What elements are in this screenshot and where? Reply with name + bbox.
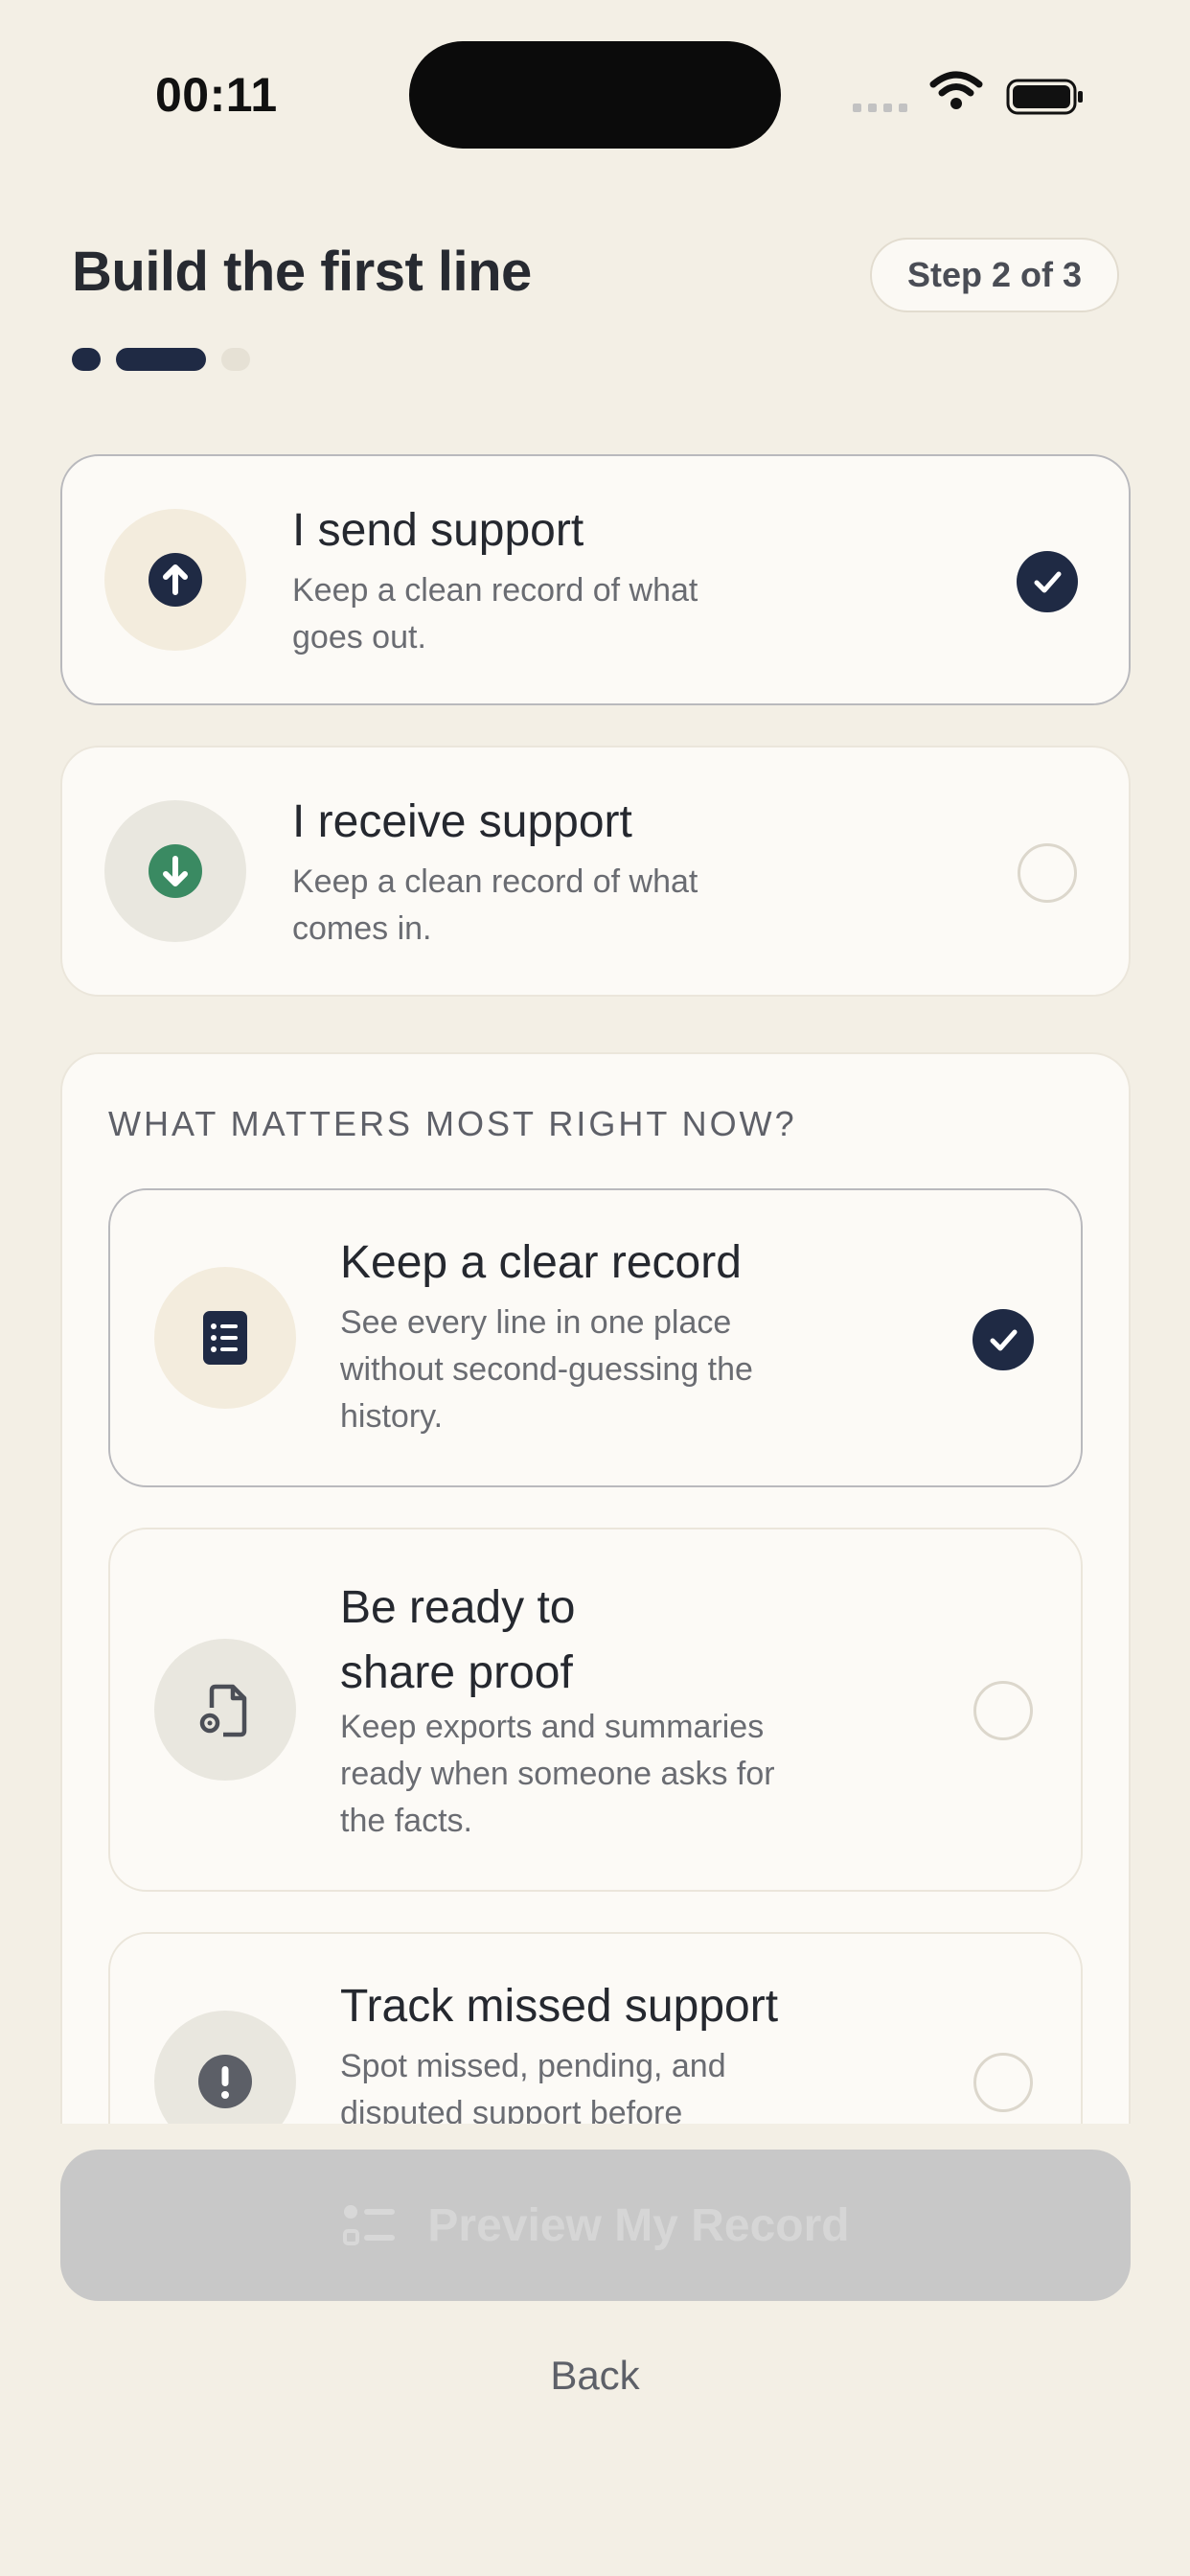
checkmark-icon: [1017, 551, 1078, 612]
role-description: Keep a clean record of what comes in.: [292, 863, 698, 947]
status-time: 00:11: [155, 68, 278, 122]
checklist-icon: [343, 2205, 396, 2245]
dynamic-island: [409, 41, 781, 149]
wifi-icon: [929, 71, 983, 109]
priority-title: Be ready to share proof: [340, 1582, 576, 1698]
onboarding-screen: 00:11 Build the first line Step 2 of 3 I…: [0, 0, 1190, 2576]
arrow-down-icon: [149, 844, 202, 898]
progress-step-current: [116, 348, 206, 371]
list-document-icon-badge: [154, 1267, 296, 1409]
preview-record-button-label: Preview My Record: [427, 2199, 850, 2251]
step-indicator: Step 2 of 3: [870, 238, 1119, 312]
checkmark-icon: [973, 1309, 1034, 1370]
priority-title: Track missed support: [340, 1981, 779, 2032]
priority-description: Keep exports and summaries ready when so…: [340, 1709, 775, 1839]
list-document-icon: [203, 1311, 247, 1365]
cellular-signal-icon: [853, 104, 907, 112]
radio-unselected[interactable]: [1018, 843, 1077, 903]
progress-step-upcoming: [221, 348, 250, 371]
file-gear-icon: [199, 1684, 247, 1737]
priority-title: Keep a clear record: [340, 1237, 742, 1288]
role-option-receive[interactable]: I receive support Keep a clean record of…: [60, 746, 1131, 997]
role-description: Keep a clean record of what goes out.: [292, 572, 698, 656]
page-title: Build the first line: [72, 241, 532, 303]
priorities-panel: WHAT MATTERS MOST RIGHT NOW? Keep a clea…: [60, 1052, 1131, 2241]
alert-icon: [198, 2055, 252, 2108]
role-title: I receive support: [292, 796, 632, 847]
section-label: WHAT MATTERS MOST RIGHT NOW?: [108, 1104, 797, 1143]
radio-unselected[interactable]: [973, 1681, 1033, 1740]
preview-record-button[interactable]: Preview My Record: [60, 2150, 1131, 2301]
arrow-down-icon-badge: [104, 800, 246, 942]
arrow-up-icon: [149, 553, 202, 607]
progress-indicator: [72, 348, 250, 371]
role-option-send[interactable]: I send support Keep a clean record of wh…: [60, 454, 1131, 705]
role-title: I send support: [292, 505, 584, 556]
battery-icon: [1006, 79, 1083, 115]
arrow-up-icon-badge: [104, 509, 246, 651]
priority-description: See every line in one place without seco…: [340, 1304, 753, 1435]
radio-unselected[interactable]: [973, 2053, 1033, 2112]
priority-option-share-proof[interactable]: Be ready to share proof Keep exports and…: [108, 1528, 1083, 1892]
progress-step-done: [72, 348, 101, 371]
back-button[interactable]: Back: [0, 2353, 1190, 2399]
file-gear-icon-badge: [154, 1639, 296, 1781]
priority-option-clear-record[interactable]: Keep a clear record See every line in on…: [108, 1188, 1083, 1487]
